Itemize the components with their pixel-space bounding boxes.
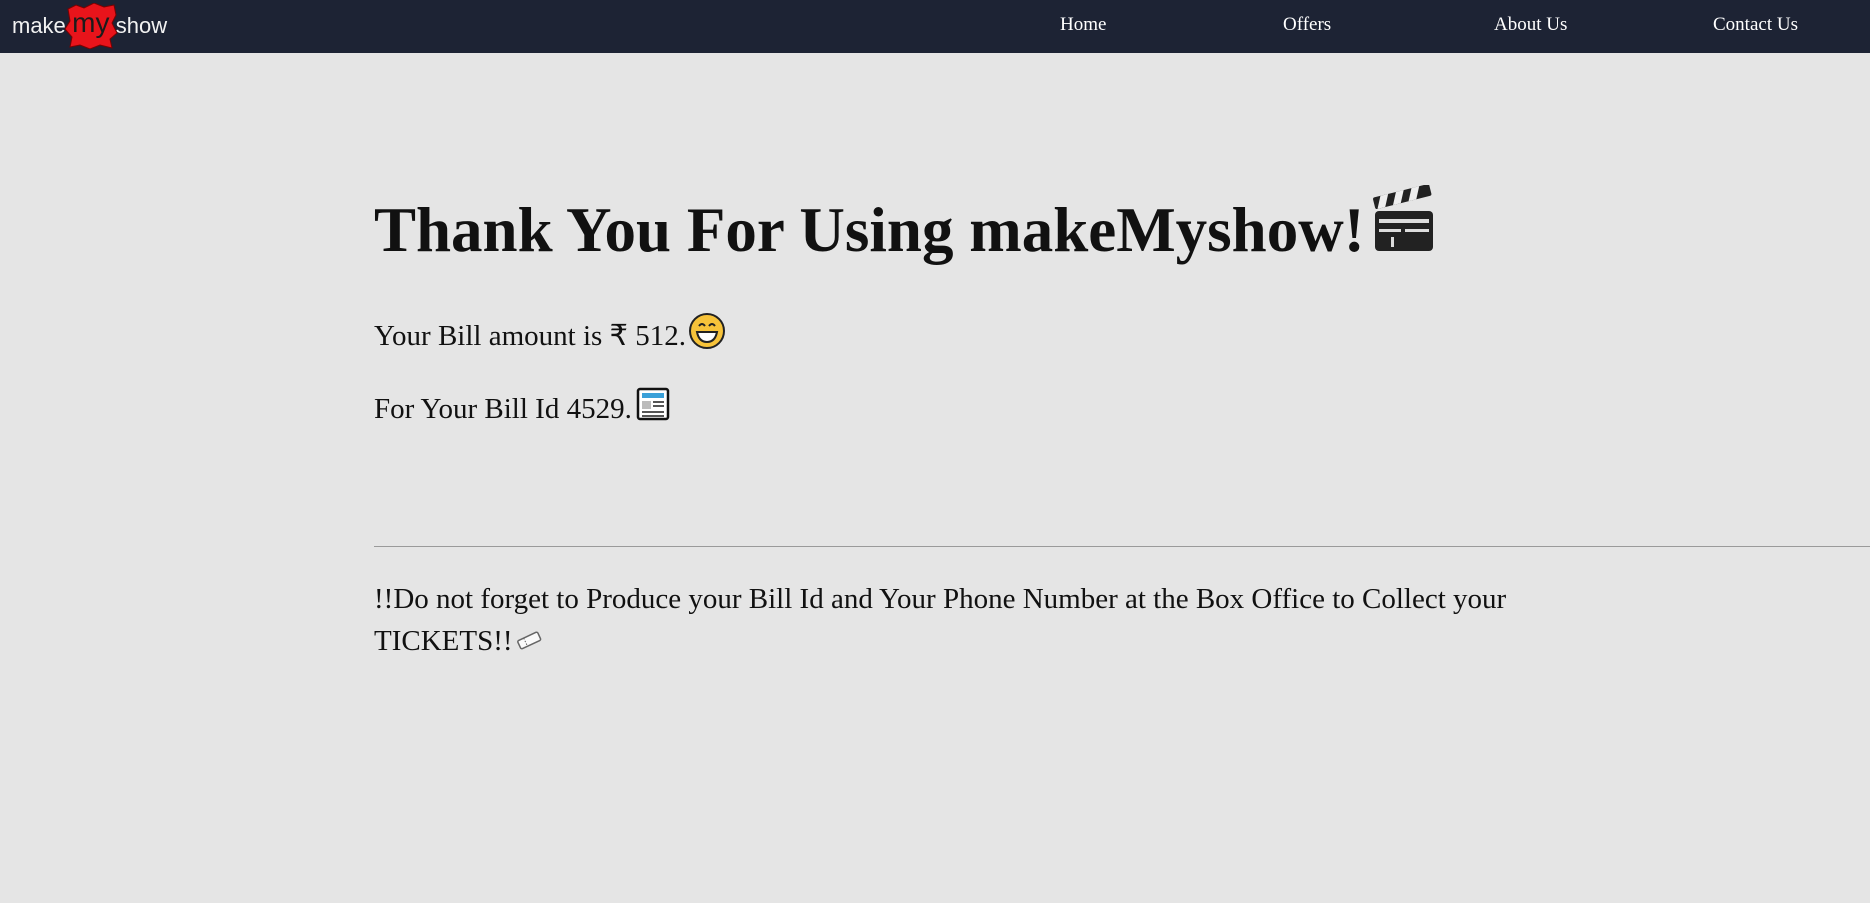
- ticket-icon: [516, 620, 542, 662]
- thank-you-section: Thank You For Using makeMyshow!: [374, 184, 1694, 274]
- bill-amount: Your Bill amount is ₹ 512.: [374, 313, 726, 359]
- logo-badge: my: [64, 3, 118, 49]
- nav-home[interactable]: Home: [1060, 14, 1106, 36]
- nav-offers[interactable]: Offers: [1283, 14, 1331, 36]
- top-navbar: make my show Home Offers About Us Contac…: [0, 0, 1870, 53]
- bill-id-text: For Your Bill Id 4529.: [374, 393, 632, 426]
- logo-text-my: my: [72, 7, 110, 38]
- bill-amount-text: Your Bill amount is ₹ 512.: [374, 320, 686, 353]
- grinning-face-icon: [688, 312, 726, 359]
- reminder-text: !!Do not forget to Produce your Bill Id …: [374, 583, 1507, 657]
- page-title: Thank You For Using makeMyshow!: [374, 184, 1694, 274]
- reminder-message: !!Do not forget to Produce your Bill Id …: [374, 578, 1574, 662]
- section-divider: [374, 546, 1870, 547]
- logo-text-show: show: [115, 13, 168, 38]
- page-title-text: Thank You For Using makeMyshow!: [374, 195, 1365, 265]
- nav-contact-us[interactable]: Contact Us: [1713, 14, 1798, 36]
- newspaper-icon: [634, 385, 672, 432]
- nav-about-us[interactable]: About Us: [1494, 14, 1567, 36]
- bill-id: For Your Bill Id 4529.: [374, 387, 672, 432]
- clapper-board-icon: [1369, 184, 1439, 274]
- logo[interactable]: make my show: [12, 2, 167, 50]
- logo-text-make: make: [12, 13, 66, 38]
